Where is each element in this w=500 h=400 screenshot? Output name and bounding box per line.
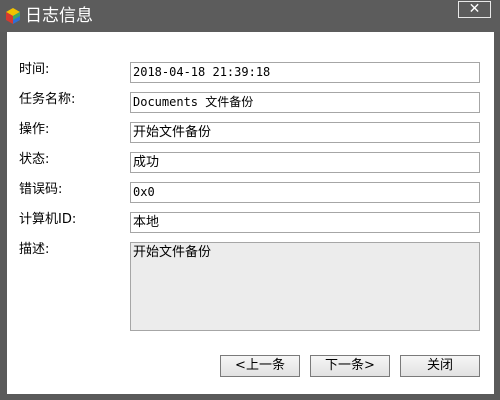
description-textarea[interactable]: 开始文件备份 — [130, 242, 480, 331]
operation-label: 操作: — [19, 122, 50, 137]
title-bar[interactable]: 日志信息 ✕ — [0, 0, 500, 32]
time-label: 时间: — [19, 62, 50, 77]
task-name-field[interactable]: Documents 文件备份 — [130, 92, 480, 113]
next-button[interactable]: 下一条> — [310, 355, 390, 377]
time-field[interactable]: 2018-04-18 21:39:18 — [130, 62, 480, 83]
app-icon — [6, 8, 20, 24]
computer-id-label: 计算机ID: — [19, 212, 77, 227]
log-info-dialog: 日志信息 ✕ 时间: 2018-04-18 21:39:18 任务名称: Doc… — [0, 0, 500, 400]
close-button[interactable]: 关闭 — [400, 355, 480, 377]
close-icon: ✕ — [468, 1, 481, 17]
error-code-field[interactable]: 0x0 — [130, 182, 480, 203]
status-label: 状态: — [19, 152, 50, 167]
dialog-body: 时间: 2018-04-18 21:39:18 任务名称: Documents … — [7, 32, 494, 394]
close-window-button[interactable]: ✕ — [458, 1, 491, 18]
task-name-label: 任务名称: — [19, 92, 76, 107]
description-label: 描述: — [19, 242, 50, 257]
operation-field[interactable]: 开始文件备份 — [130, 122, 480, 143]
computer-id-field[interactable]: 本地 — [130, 212, 480, 233]
status-field[interactable]: 成功 — [130, 152, 480, 173]
error-code-label: 错误码: — [19, 182, 63, 197]
previous-button[interactable]: <上一条 — [220, 355, 300, 377]
window-title: 日志信息 — [25, 6, 93, 26]
